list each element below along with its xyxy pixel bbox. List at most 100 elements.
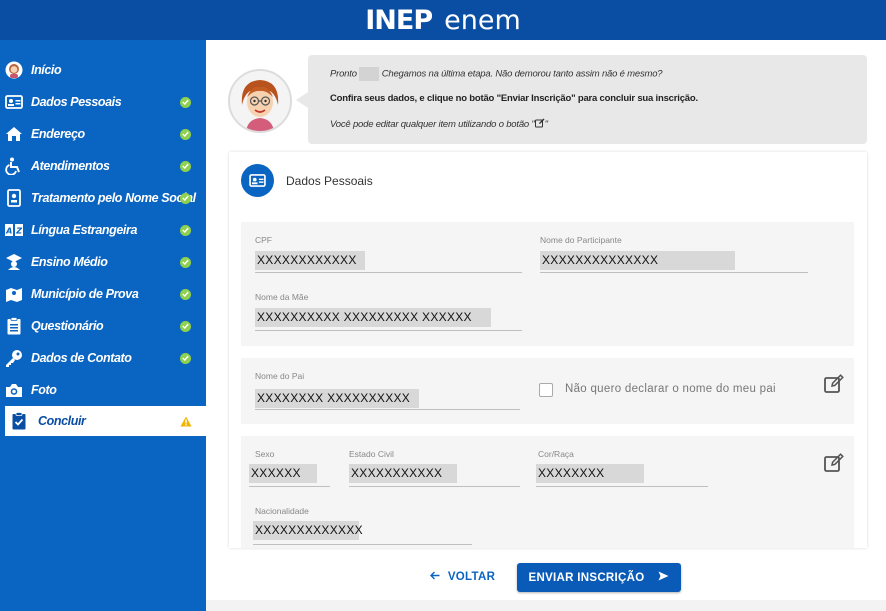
check-icon — [180, 352, 191, 364]
sidebar-item-label: Atendimentos — [31, 159, 110, 173]
dados-pessoais-card: Dados Pessoais CPF XXXXXXXXXXXX Nome do … — [229, 152, 867, 548]
top-header: INEP enem — [0, 0, 886, 40]
cor-raca-value: XXXXXXXX — [536, 464, 644, 483]
message-text: Você pode editar qualquer item utilizand… — [330, 119, 535, 130]
check-icon — [180, 256, 191, 268]
clipboard-check-icon — [10, 412, 28, 430]
nome-participante-value: XXXXXXXXXXXXXX — [540, 251, 735, 270]
nao-declarar-pai-checkbox[interactable] — [539, 383, 553, 397]
panel-caracteristicas: Sexo XXXXXX Estado Civil XXXXXXXXXXX Cor… — [241, 436, 854, 548]
cor-raca-label: Cor/Raça — [538, 449, 574, 459]
sidebar: Início Dados Pessoais Endereço Atendimen… — [0, 40, 206, 611]
sexo-label: Sexo — [255, 449, 275, 459]
back-button-label: VOLTAR — [447, 571, 496, 583]
user-avatar-icon — [5, 61, 23, 79]
sidebar-item-endereco[interactable]: Endereço — [0, 119, 206, 149]
section-title: Dados Pessoais — [286, 174, 373, 188]
sidebar-item-foto[interactable]: Foto — [0, 375, 206, 405]
estado-civil-label: Estado Civil — [349, 449, 394, 459]
nome-participante-label: Nome do Participante — [540, 235, 622, 245]
badge-icon — [5, 189, 23, 207]
panel-identificacao: CPF XXXXXXXXXXXX Nome do Participante XX… — [241, 222, 854, 346]
wheelchair-icon — [5, 157, 23, 175]
back-button[interactable]: VOLTAR — [425, 566, 500, 588]
nao-declarar-pai-label: Não quero declarar o nome do meu pai — [565, 383, 776, 395]
edit-icon — [534, 118, 545, 128]
check-icon — [180, 128, 191, 140]
sidebar-item-label: Endereço — [31, 127, 85, 141]
cor-raca-underline — [536, 486, 708, 487]
sidebar-item-label: Ensino Médio — [31, 255, 108, 269]
assistant-avatar — [228, 69, 292, 133]
check-icon — [180, 320, 191, 332]
nacionalidade-underline — [253, 544, 472, 545]
message-line-2: Confira seus dados, e clique no botão "E… — [330, 93, 698, 104]
redacted-name — [359, 67, 380, 81]
speech-bubble-tail — [296, 92, 308, 108]
sidebar-item-label: Foto — [31, 383, 57, 397]
nome-pai-label: Nome do Pai — [255, 371, 305, 381]
graduation-icon — [5, 253, 23, 271]
nome-pai-underline — [255, 409, 520, 410]
camera-icon — [5, 381, 23, 399]
check-icon — [180, 96, 191, 108]
nome-mae-label: Nome da Mãe — [255, 292, 309, 302]
home-icon — [5, 125, 23, 143]
sidebar-item-lingua-estrangeira[interactable]: AZ Língua Estrangeira — [0, 215, 206, 245]
cpf-label: CPF — [255, 235, 272, 245]
check-icon — [180, 192, 191, 204]
check-icon — [180, 288, 191, 300]
sidebar-item-nome-social[interactable]: Tratamento pelo Nome Social — [0, 183, 206, 213]
message-line-3: Você pode editar qualquer item utilizand… — [330, 118, 548, 130]
instruction-message: Pronto Chegamos na última etapa. Não dem… — [308, 55, 867, 144]
nacionalidade-label: Nacionalidade — [255, 506, 309, 516]
sidebar-item-municipio-de-prova[interactable]: Município de Prova — [0, 279, 206, 309]
nacionalidade-value: XXXXXXXXXXXXX — [253, 521, 363, 540]
footer-strip — [206, 600, 886, 611]
cpf-value: XXXXXXXXXXXX — [255, 251, 365, 270]
nome-pai-value: XXXXXXXX XXXXXXXXXX — [255, 389, 419, 408]
nome-mae-value: XXXXXXXXXX XXXXXXXXX XXXXXX — [255, 308, 491, 327]
language-icon: AZ — [5, 221, 23, 239]
sidebar-item-label: Início — [31, 63, 62, 77]
cpf-underline — [255, 272, 522, 273]
key-icon — [5, 349, 23, 367]
sidebar-item-questionario[interactable]: Questionário — [0, 311, 206, 341]
sexo-value: XXXXXX — [249, 464, 317, 483]
sidebar-item-inicio[interactable]: Início — [0, 55, 206, 85]
arrow-left-icon — [429, 571, 440, 583]
message-text: Pronto — [330, 68, 357, 80]
submit-button-label: ENVIAR INSCRIÇÃO — [528, 571, 645, 584]
sidebar-item-ensino-medio[interactable]: Ensino Médio — [0, 247, 206, 277]
clipboard-list-icon — [5, 317, 23, 335]
sidebar-item-label: Questionário — [31, 319, 104, 333]
sidebar-item-label: Língua Estrangeira — [31, 223, 138, 237]
check-icon — [180, 160, 191, 172]
check-icon — [180, 224, 191, 236]
submit-registration-button[interactable]: ENVIAR INSCRIÇÃO — [517, 563, 681, 592]
sexo-underline — [249, 486, 330, 487]
map-icon — [5, 285, 23, 303]
logo-inep-text: INEP — [365, 4, 433, 36]
sidebar-item-label: Município de Prova — [31, 287, 139, 301]
send-icon — [658, 571, 669, 584]
sidebar-item-dados-pessoais[interactable]: Dados Pessoais — [0, 87, 206, 117]
message-text: " — [544, 119, 548, 130]
panel-filiacao: Nome do Pai XXXXXXXX XXXXXXXXXX Não quer… — [241, 358, 854, 424]
sidebar-item-label: Tratamento pelo Nome Social — [31, 191, 196, 205]
logo-enem-text: enem — [444, 4, 521, 36]
sidebar-item-concluir[interactable]: Concluir — [5, 406, 206, 436]
message-line-1: Pronto Chegamos na última etapa. Não dem… — [330, 67, 663, 81]
estado-civil-underline — [349, 486, 520, 487]
svg-text:A: A — [5, 227, 12, 236]
sidebar-item-dados-de-contato[interactable]: Dados de Contato — [0, 343, 206, 373]
inep-enem-logo: INEP enem — [365, 5, 521, 36]
sidebar-item-atendimentos[interactable]: Atendimentos — [0, 151, 206, 181]
message-text: Chegamos na última etapa. Não demorou ta… — [381, 68, 663, 80]
estado-civil-value: XXXXXXXXXXX — [349, 464, 457, 483]
svg-text:Z: Z — [15, 227, 22, 236]
edit-icon[interactable] — [824, 453, 844, 473]
nome-participante-underline — [540, 272, 808, 273]
edit-icon[interactable] — [824, 374, 844, 394]
id-card-icon — [5, 93, 23, 111]
